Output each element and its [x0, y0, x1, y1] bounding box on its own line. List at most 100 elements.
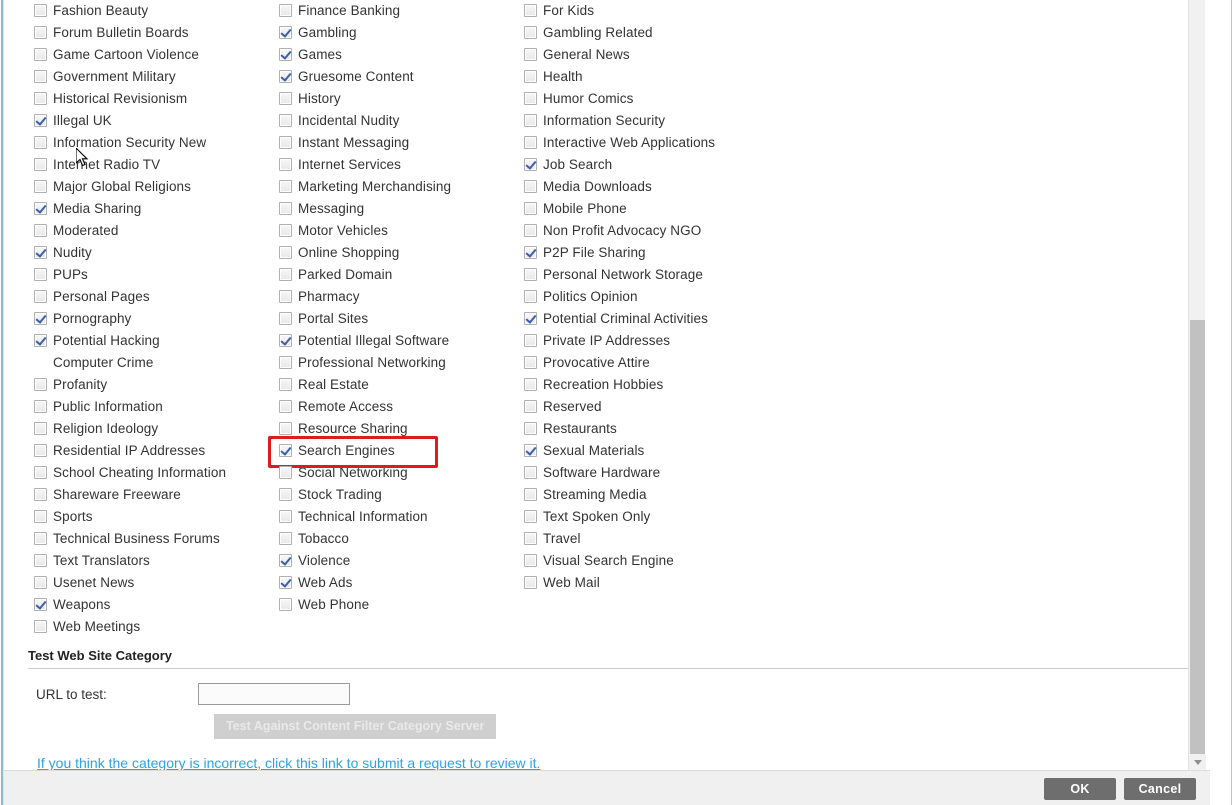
category-checkbox-row[interactable]: Streaming Media: [524, 484, 924, 506]
checkbox-unchecked-icon[interactable]: [279, 114, 292, 127]
category-checkbox-row[interactable]: Gruesome Content: [279, 66, 524, 88]
checkbox-unchecked-icon[interactable]: [524, 4, 537, 17]
checkbox-checked-icon[interactable]: [34, 202, 47, 215]
category-checkbox-row[interactable]: Web Ads: [279, 572, 524, 594]
checkbox-checked-icon[interactable]: [34, 246, 47, 259]
checkbox-unchecked-icon[interactable]: [34, 180, 47, 193]
category-checkbox-row[interactable]: Information Security New: [34, 132, 279, 154]
checkbox-checked-icon[interactable]: [34, 114, 47, 127]
checkbox-unchecked-icon[interactable]: [279, 488, 292, 501]
checkbox-unchecked-icon[interactable]: [524, 378, 537, 391]
checkbox-unchecked-icon[interactable]: [524, 510, 537, 523]
checkbox-unchecked-icon[interactable]: [279, 400, 292, 413]
category-checkbox-row[interactable]: Resource Sharing: [279, 418, 524, 440]
category-checkbox-row[interactable]: Text Translators: [34, 550, 279, 572]
checkbox-unchecked-icon[interactable]: [524, 136, 537, 149]
checkbox-checked-icon[interactable]: [34, 312, 47, 325]
category-checkbox-row[interactable]: Software Hardware: [524, 462, 924, 484]
category-checkbox-row[interactable]: Remote Access: [279, 396, 524, 418]
checkbox-unchecked-icon[interactable]: [279, 158, 292, 171]
category-checkbox-row[interactable]: Personal Pages: [34, 286, 279, 308]
checkbox-checked-icon[interactable]: [279, 26, 292, 39]
checkbox-unchecked-icon[interactable]: [279, 4, 292, 17]
checkbox-unchecked-icon[interactable]: [524, 26, 537, 39]
checkbox-checked-icon[interactable]: [279, 334, 292, 347]
category-checkbox-row[interactable]: School Cheating Information: [34, 462, 279, 484]
category-checkbox-row[interactable]: Finance Banking: [279, 0, 524, 22]
checkbox-unchecked-icon[interactable]: [279, 598, 292, 611]
category-checkbox-row[interactable]: Technical Information: [279, 506, 524, 528]
request-category-review-link[interactable]: If you think the category is incorrect, …: [37, 755, 1200, 770]
checkbox-unchecked-icon[interactable]: [279, 290, 292, 303]
checkbox-unchecked-icon[interactable]: [279, 268, 292, 281]
checkbox-unchecked-icon[interactable]: [524, 334, 537, 347]
category-checkbox-row[interactable]: Profanity: [34, 374, 279, 396]
checkbox-unchecked-icon[interactable]: [279, 532, 292, 545]
category-checkbox-row[interactable]: Non Profit Advocacy NGO: [524, 220, 924, 242]
category-checkbox-row[interactable]: Games: [279, 44, 524, 66]
category-checkbox-row[interactable]: Stock Trading: [279, 484, 524, 506]
checkbox-unchecked-icon[interactable]: [34, 92, 47, 105]
checkbox-unchecked-icon[interactable]: [34, 158, 47, 171]
category-checkbox-row[interactable]: Private IP Addresses: [524, 330, 924, 352]
vertical-scrollbar[interactable]: [1188, 0, 1206, 770]
category-checkbox-row[interactable]: Instant Messaging: [279, 132, 524, 154]
checkbox-unchecked-icon[interactable]: [34, 70, 47, 83]
checkbox-checked-icon[interactable]: [524, 246, 537, 259]
category-checkbox-row[interactable]: Personal Network Storage: [524, 264, 924, 286]
category-checkbox-row[interactable]: Professional Networking: [279, 352, 524, 374]
checkbox-unchecked-icon[interactable]: [524, 400, 537, 413]
category-checkbox-row[interactable]: Information Security: [524, 110, 924, 132]
category-checkbox-row[interactable]: Travel: [524, 528, 924, 550]
checkbox-unchecked-icon[interactable]: [34, 26, 47, 39]
checkbox-unchecked-icon[interactable]: [524, 554, 537, 567]
checkbox-checked-icon[interactable]: [524, 312, 537, 325]
category-checkbox-row[interactable]: Web Meetings: [34, 616, 279, 638]
checkbox-unchecked-icon[interactable]: [34, 136, 47, 149]
checkbox-unchecked-icon[interactable]: [279, 378, 292, 391]
checkbox-unchecked-icon[interactable]: [524, 114, 537, 127]
checkbox-checked-icon[interactable]: [279, 554, 292, 567]
category-checkbox-row[interactable]: Mobile Phone: [524, 198, 924, 220]
category-checkbox-row[interactable]: Weapons: [34, 594, 279, 616]
checkbox-unchecked-icon[interactable]: [279, 356, 292, 369]
category-checkbox-row[interactable]: Motor Vehicles: [279, 220, 524, 242]
url-to-test-input[interactable]: [198, 683, 350, 705]
category-checkbox-row[interactable]: Illegal UK: [34, 110, 279, 132]
category-checkbox-row[interactable]: Gambling Related: [524, 22, 924, 44]
checkbox-unchecked-icon[interactable]: [34, 224, 47, 237]
category-checkbox-row[interactable]: Tobacco: [279, 528, 524, 550]
checkbox-checked-icon[interactable]: [524, 158, 537, 171]
checkbox-unchecked-icon[interactable]: [34, 400, 47, 413]
category-checkbox-row[interactable]: Online Shopping: [279, 242, 524, 264]
category-checkbox-row[interactable]: Real Estate: [279, 374, 524, 396]
category-checkbox-row[interactable]: Moderated: [34, 220, 279, 242]
checkbox-unchecked-icon[interactable]: [34, 378, 47, 391]
category-checkbox-row[interactable]: Nudity: [34, 242, 279, 264]
checkbox-unchecked-icon[interactable]: [279, 510, 292, 523]
test-against-category-server-button[interactable]: Test Against Content Filter Category Ser…: [214, 714, 497, 739]
category-checkbox-row[interactable]: Game Cartoon Violence: [34, 44, 279, 66]
category-checkbox-row[interactable]: History: [279, 88, 524, 110]
checkbox-unchecked-icon[interactable]: [279, 136, 292, 149]
category-checkbox-row[interactable]: Job Search: [524, 154, 924, 176]
checkbox-unchecked-icon[interactable]: [34, 488, 47, 501]
category-checkbox-row[interactable]: Media Downloads: [524, 176, 924, 198]
checkbox-unchecked-icon[interactable]: [34, 268, 47, 281]
category-checkbox-row[interactable]: Social Networking: [279, 462, 524, 484]
checkbox-unchecked-icon[interactable]: [279, 312, 292, 325]
category-checkbox-row[interactable]: Web Mail: [524, 572, 924, 594]
category-checkbox-row[interactable]: Internet Services: [279, 154, 524, 176]
category-checkbox-row[interactable]: Shareware Freeware: [34, 484, 279, 506]
category-checkbox-row[interactable]: Recreation Hobbies: [524, 374, 924, 396]
checkbox-unchecked-icon[interactable]: [524, 576, 537, 589]
category-checkbox-row[interactable]: Potential Criminal Activities: [524, 308, 924, 330]
category-checkbox-row[interactable]: Major Global Religions: [34, 176, 279, 198]
category-checkbox-row[interactable]: Sexual Materials: [524, 440, 924, 462]
category-checkbox-row[interactable]: Parked Domain: [279, 264, 524, 286]
checkbox-unchecked-icon[interactable]: [524, 70, 537, 83]
category-checkbox-row[interactable]: Visual Search Engine: [524, 550, 924, 572]
category-checkbox-row[interactable]: Potential Illegal Software: [279, 330, 524, 352]
scrollbar-thumb[interactable]: [1190, 320, 1205, 760]
checkbox-unchecked-icon[interactable]: [34, 48, 47, 61]
